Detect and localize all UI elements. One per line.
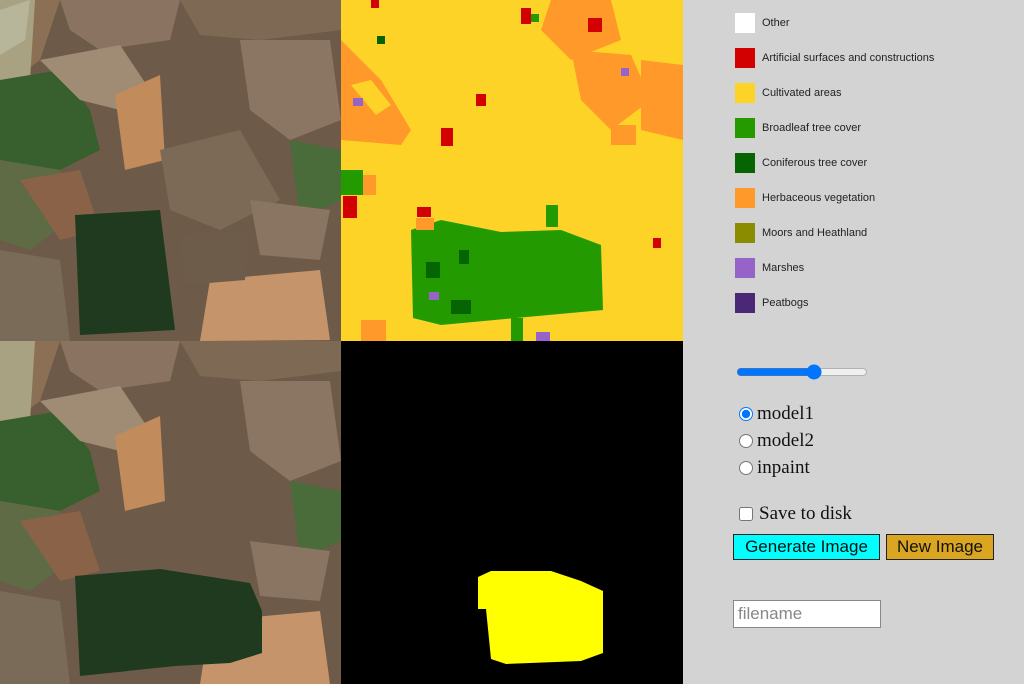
satellite-image-generated [0,341,341,684]
legend-label: Herbaceous vegetation [762,192,876,204]
save-to-disk[interactable]: Save to disk [739,503,852,525]
legend-swatch [735,223,755,243]
mask-canvas[interactable] [341,341,683,684]
control-sidebar: Other Artificial surfaces and constructio… [683,0,1024,684]
legend-swatch [735,118,755,138]
radio-inpaint-input[interactable] [739,461,753,475]
legend-swatch [735,293,755,313]
legend-item: Herbaceous vegetation [735,187,875,209]
legend-label: Peatbogs [762,297,809,309]
legend-item: Coniferous tree cover [735,152,867,174]
legend-label: Coniferous tree cover [762,157,868,169]
satellite-image-original [0,0,341,341]
legend-label: Other [762,17,790,29]
legend-label: Broadleaf tree cover [762,122,862,134]
legend-label: Marshes [762,262,805,274]
legend-label: Artificial surfaces and constructions [762,52,935,64]
legend-swatch [735,153,755,173]
blend-slider[interactable] [736,364,868,380]
radio-model1-label: model1 [757,403,814,424]
legend-item: Cultivated areas [735,82,842,104]
legend-swatch [735,188,755,208]
mask-region [478,571,603,664]
generate-image-button[interactable]: Generate Image [733,534,880,560]
legend-item: Peatbogs [735,292,808,314]
legend-label: Moors and Heathland [762,227,868,239]
radio-model1-input[interactable] [739,407,753,421]
segmentation-map[interactable] [341,0,683,341]
legend-item: Marshes [735,257,804,279]
legend-item: Moors and Heathland [735,222,867,244]
legend-item: Broadleaf tree cover [735,117,861,139]
filename-input[interactable] [733,600,881,628]
legend-item: Other [735,12,790,34]
legend-swatch [735,13,755,33]
radio-model1[interactable]: model1 [739,403,814,425]
radio-inpaint-label: inpaint [757,457,810,478]
legend-label: Cultivated areas [762,87,842,99]
radio-model2-input[interactable] [739,434,753,448]
radio-model2[interactable]: model2 [739,430,814,452]
new-image-button[interactable]: New Image [886,534,994,560]
legend-item: Artificial surfaces and constructions [735,47,934,69]
legend-swatch [735,83,755,103]
save-to-disk-label: Save to disk [759,503,852,524]
save-to-disk-checkbox[interactable] [739,507,753,521]
legend-swatch [735,258,755,278]
legend-swatch [735,48,755,68]
radio-model2-label: model2 [757,430,814,451]
radio-inpaint[interactable]: inpaint [739,457,810,479]
